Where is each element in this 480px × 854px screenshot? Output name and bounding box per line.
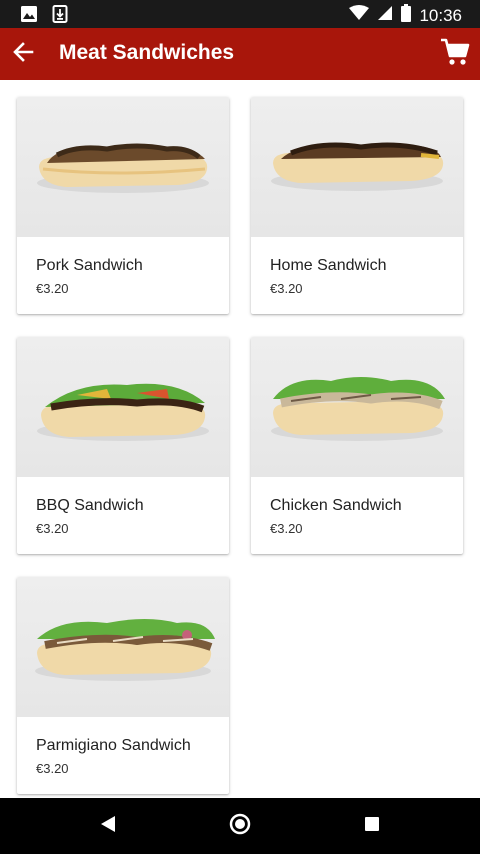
parmigiano-sandwich-image bbox=[17, 577, 229, 717]
back-button[interactable] bbox=[8, 39, 38, 69]
chicken-sandwich-image bbox=[251, 337, 463, 477]
nav-recents-icon bbox=[363, 815, 381, 838]
home-sandwich-image bbox=[251, 97, 463, 237]
system-nav-bar bbox=[0, 798, 480, 854]
signal-icon bbox=[377, 5, 393, 26]
nav-recents-button[interactable] bbox=[358, 812, 386, 840]
product-name: Home Sandwich bbox=[270, 257, 387, 274]
product-card-pork[interactable]: Pork Sandwich €3.20 bbox=[17, 97, 229, 314]
product-price: €3.20 bbox=[36, 761, 69, 776]
nav-home-icon bbox=[228, 812, 252, 841]
product-grid: Pork Sandwich €3.20 Home Sandwich €3.20 bbox=[0, 80, 480, 798]
page-title: Meat Sandwiches bbox=[59, 41, 235, 64]
product-card-chicken[interactable]: Chicken Sandwich €3.20 bbox=[251, 337, 463, 554]
status-bar: 10:36 bbox=[0, 0, 480, 28]
product-name: Parmigiano Sandwich bbox=[36, 737, 191, 754]
bbq-sandwich-image bbox=[17, 337, 229, 477]
pork-sandwich-image bbox=[17, 97, 229, 237]
wifi-icon bbox=[349, 5, 370, 26]
product-name: Pork Sandwich bbox=[36, 257, 143, 274]
nav-back-icon bbox=[99, 814, 117, 839]
nav-back-button[interactable] bbox=[94, 812, 122, 840]
product-name: Chicken Sandwich bbox=[270, 497, 402, 514]
nav-home-button[interactable] bbox=[226, 812, 254, 840]
product-card-bbq[interactable]: BBQ Sandwich €3.20 bbox=[17, 337, 229, 554]
back-arrow-icon bbox=[12, 41, 34, 68]
battery-icon bbox=[401, 4, 412, 27]
app-bar: Meat Sandwiches bbox=[0, 28, 480, 80]
status-time: 10:36 bbox=[419, 5, 462, 25]
product-name: BBQ Sandwich bbox=[36, 497, 144, 514]
product-price: €3.20 bbox=[270, 521, 303, 536]
product-card-home[interactable]: Home Sandwich €3.20 bbox=[251, 97, 463, 314]
cart-icon bbox=[440, 38, 470, 71]
product-price: €3.20 bbox=[36, 521, 69, 536]
download-icon bbox=[52, 5, 68, 28]
image-icon bbox=[20, 5, 38, 28]
product-price: €3.20 bbox=[270, 281, 303, 296]
product-card-parmigiano[interactable]: Parmigiano Sandwich €3.20 bbox=[17, 577, 229, 794]
product-price: €3.20 bbox=[36, 281, 69, 296]
cart-button[interactable] bbox=[438, 37, 472, 71]
